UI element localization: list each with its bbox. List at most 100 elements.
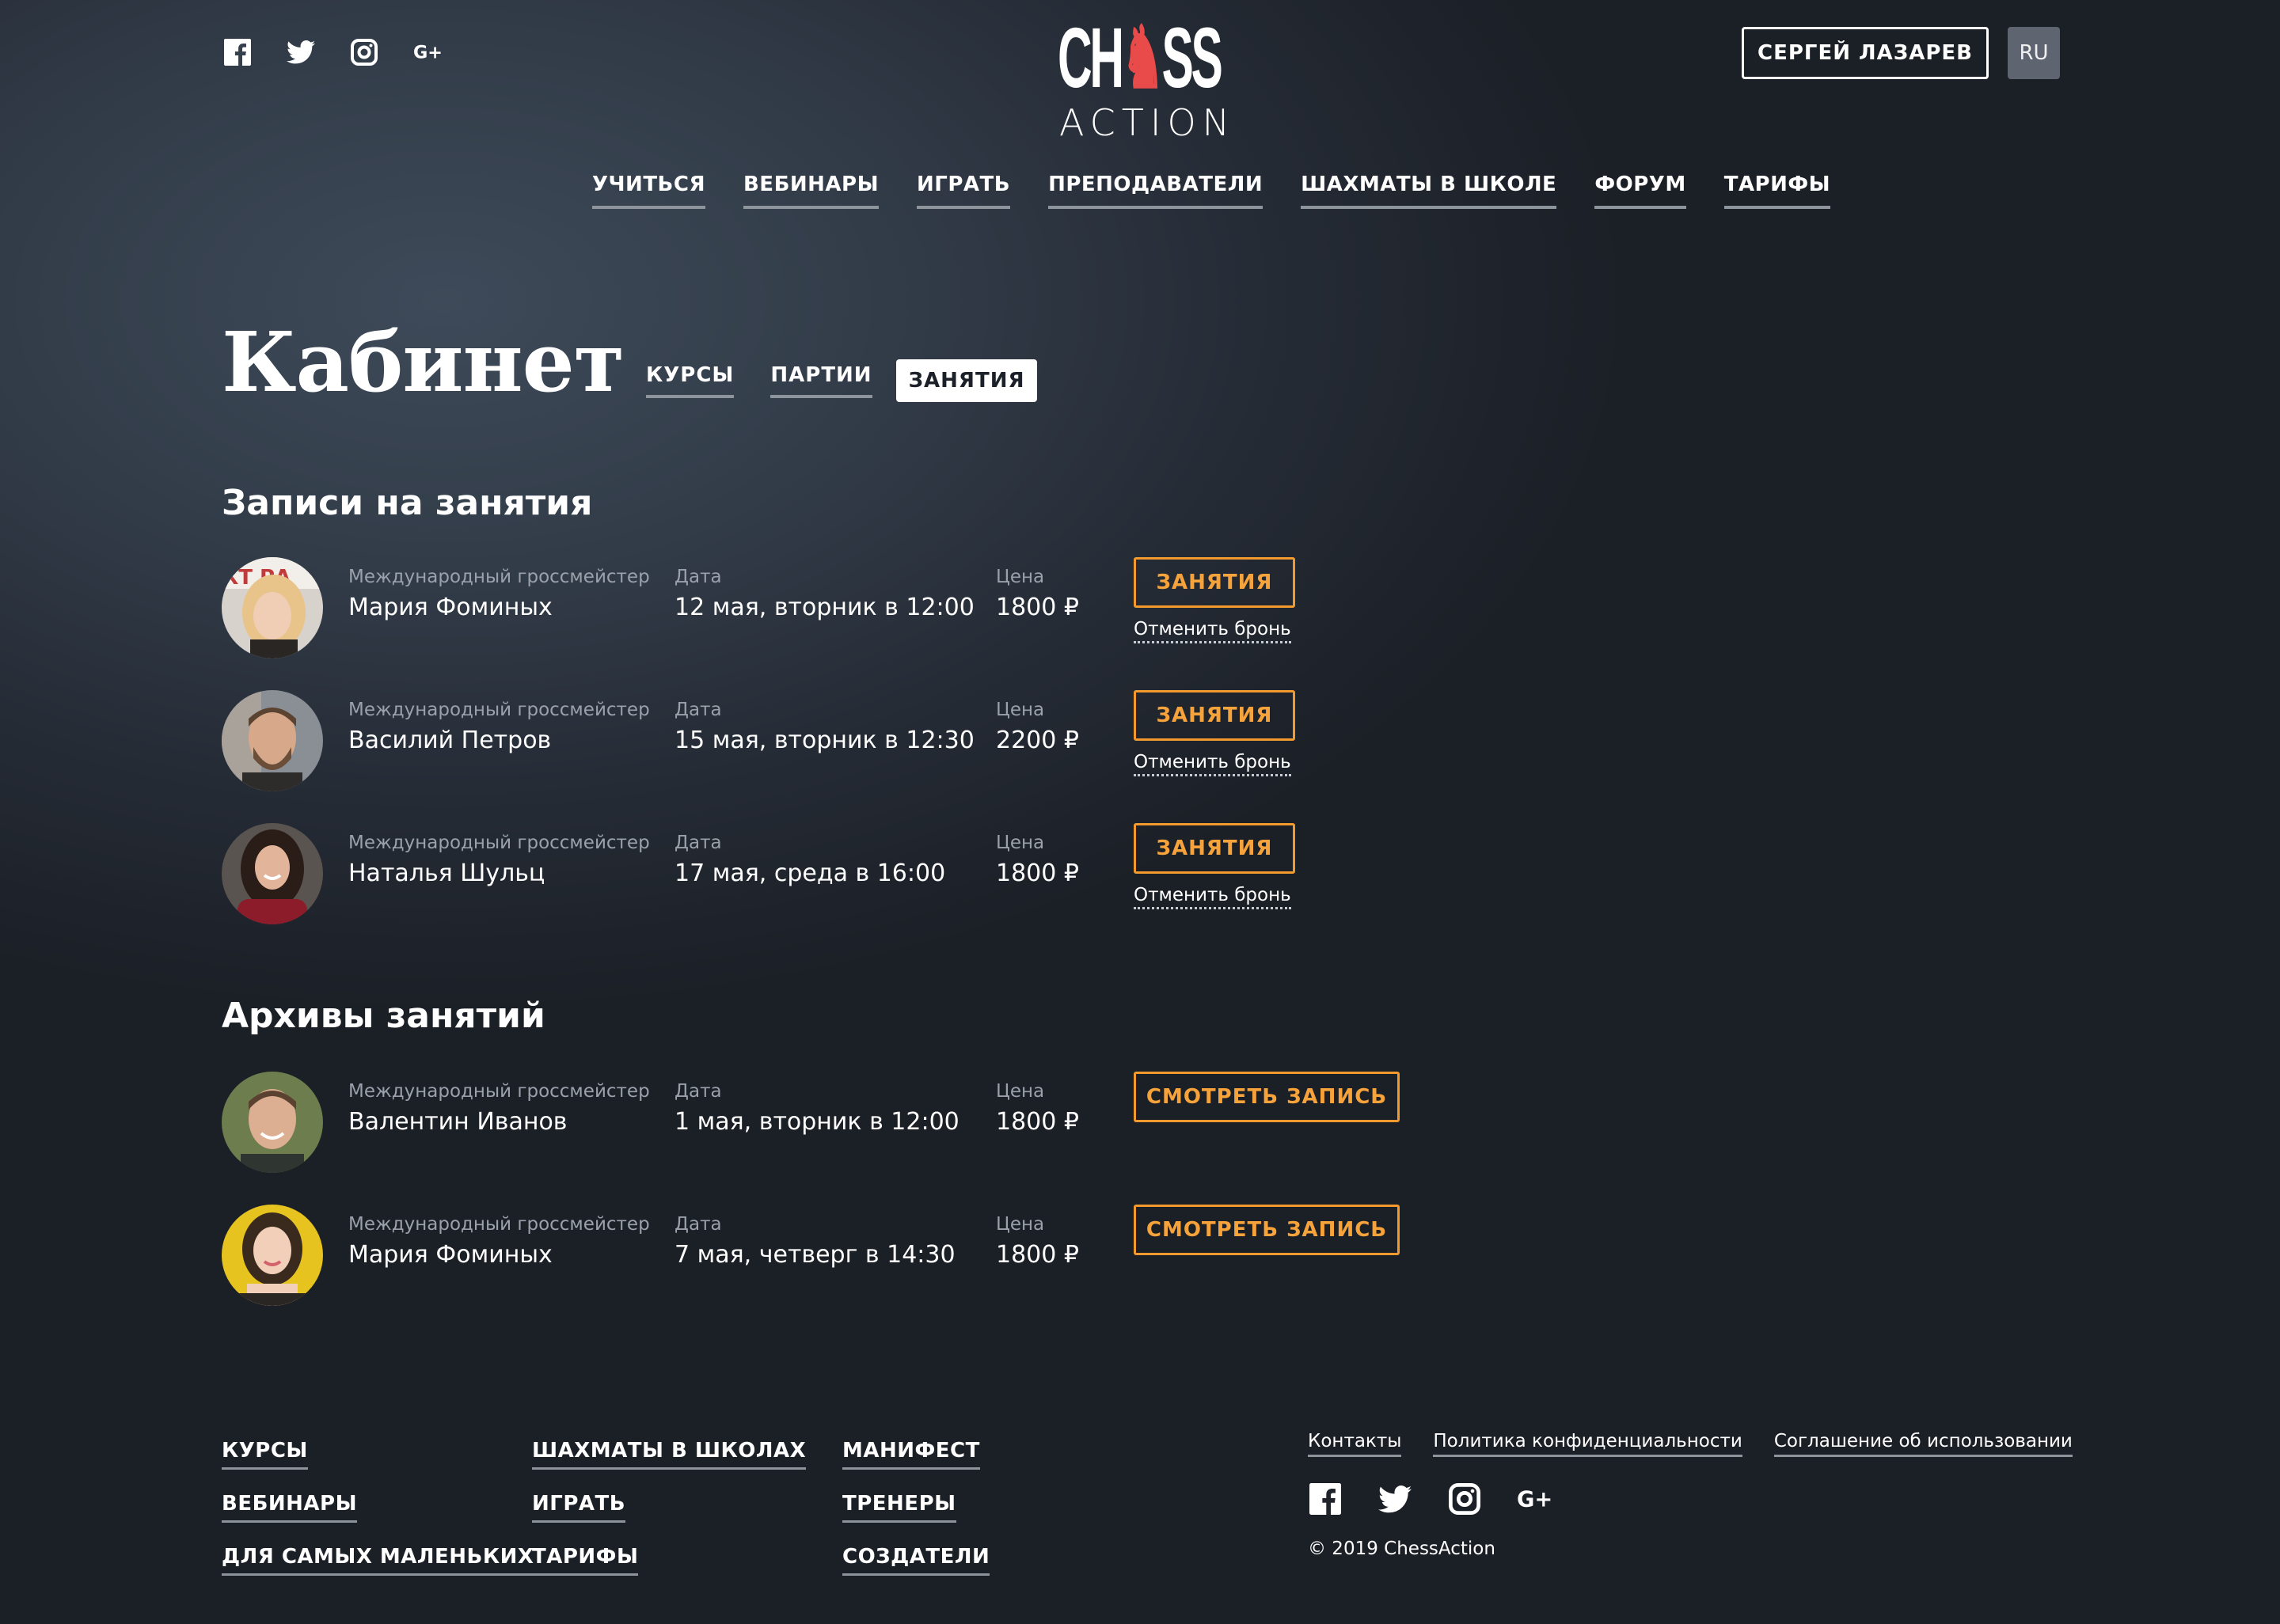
teacher-role: Международный гроссмейстер	[348, 1081, 650, 1102]
nav-item-learn[interactable]: УЧИТЬСЯ	[592, 173, 705, 209]
lesson-price: Цена 1800 ₽	[996, 1080, 1079, 1140]
teacher-info: Международный гроссмейстер Валентин Иван…	[348, 1080, 650, 1140]
logo-wordmark-top: CH♞SS	[1058, 9, 1223, 105]
header-social: G+	[223, 38, 442, 66]
archive-row: Международный гроссмейстер Мария Фоминых…	[222, 1205, 1488, 1307]
lesson-date: Дата 7 мая, четверг в 14:30	[674, 1212, 956, 1273]
tab-lessons[interactable]: ЗАНЯТИЯ	[895, 359, 1038, 402]
date-label: Дата	[674, 833, 722, 853]
page-title: Кабинет	[222, 313, 625, 411]
footer-link-kids[interactable]: ДЛЯ САМЫХ МАЛЕНЬКИХ	[222, 1545, 534, 1576]
logo[interactable]: CH♞SS ACTION	[1058, 9, 1229, 146]
price-label: Цена	[996, 700, 1045, 720]
main-nav: УЧИТЬСЯ ВЕБИНАРЫ ИГРАТЬ ПРЕПОДАВАТЕЛИ ША…	[592, 173, 1831, 209]
price-label: Цена	[996, 567, 1045, 587]
nav-item-forum[interactable]: ФОРУМ	[1594, 173, 1686, 209]
cabinet-tabs: КУРСЫ ПАРТИИ ЗАНЯТИЯ	[646, 359, 1038, 402]
nav-item-pricing[interactable]: ТАРИФЫ	[1723, 173, 1831, 209]
teacher-info: Международный гроссмейстер Мария Фоминых	[348, 565, 650, 625]
twitter-icon[interactable]	[1378, 1482, 1412, 1516]
watch-recording-button[interactable]: СМОТРЕТЬ ЗАПИСЬ	[1134, 1072, 1400, 1122]
teacher-role: Международный гроссмейстер	[348, 700, 650, 720]
nav-item-play[interactable]: ИГРАТЬ	[917, 173, 1011, 209]
lesson-date: Дата 17 мая, среда в 16:00	[674, 831, 945, 891]
date-value: 7 мая, четверг в 14:30	[674, 1241, 956, 1269]
footer-link-chess-in-schools[interactable]: ШАХМАТЫ В ШКОЛАХ	[532, 1439, 807, 1470]
date-label: Дата	[674, 700, 722, 720]
price-value: 1800 ₽	[996, 594, 1079, 621]
cancel-booking-link[interactable]: Отменить бронь	[1134, 885, 1291, 909]
nav-item-webinars[interactable]: ВЕБИНАРЫ	[743, 173, 880, 209]
date-value: 17 мая, среда в 16:00	[674, 859, 946, 887]
price-label: Цена	[996, 1214, 1045, 1235]
google-plus-icon[interactable]: G+	[413, 38, 442, 66]
nav-item-chess-in-school[interactable]: ШАХМАТЫ В ШКОЛЕ	[1301, 173, 1557, 209]
lesson-button[interactable]: ЗАНЯТИЯ	[1134, 823, 1295, 874]
user-account-button[interactable]: СЕРГЕЙ ЛАЗАРЕВ	[1742, 27, 1989, 79]
footer-column-3: МАНИФЕСТ ТРЕНЕРЫ СОЗДАТЕЛИ	[842, 1439, 990, 1576]
copyright: © 2019 ChessAction	[1308, 1539, 1495, 1559]
teacher-name: Василий Петров	[348, 727, 552, 754]
svg-text:G+: G+	[1517, 1487, 1552, 1512]
avatar: КТ РА	[222, 557, 323, 658]
instagram-icon[interactable]	[350, 38, 378, 66]
tab-games[interactable]: ПАРТИИ	[770, 363, 872, 398]
teacher-name: Наталья Шульц	[348, 859, 545, 887]
date-value: 12 мая, вторник в 12:00	[674, 594, 975, 621]
watch-recording-button[interactable]: СМОТРЕТЬ ЗАПИСЬ	[1134, 1205, 1400, 1255]
teacher-role: Международный гроссмейстер	[348, 833, 650, 853]
footer-link-terms[interactable]: Соглашение об использовании	[1773, 1431, 2073, 1457]
footer-link-creators[interactable]: СОЗДАТЕЛИ	[842, 1545, 990, 1576]
lesson-date: Дата 1 мая, вторник в 12:00	[674, 1080, 960, 1140]
tab-courses[interactable]: КУРСЫ	[646, 363, 735, 398]
price-label: Цена	[996, 1081, 1045, 1102]
teacher-role: Международный гроссмейстер	[348, 567, 650, 587]
booking-row: КТ РА Международный гроссмейстер Мария Ф…	[222, 557, 1488, 660]
footer-link-courses[interactable]: КУРСЫ	[222, 1439, 308, 1470]
lesson-price: Цена 1800 ₽	[996, 1212, 1079, 1273]
footer-link-webinars[interactable]: ВЕБИНАРЫ	[222, 1492, 358, 1523]
svg-text:G+: G+	[413, 43, 442, 63]
date-value: 15 мая, вторник в 12:30	[674, 727, 975, 754]
teacher-role: Международный гроссмейстер	[348, 1214, 650, 1235]
footer-link-contacts[interactable]: Контакты	[1308, 1431, 1402, 1457]
instagram-icon[interactable]	[1447, 1482, 1482, 1516]
footer-legal-links: Контакты Политика конфиденциальности Сог…	[1308, 1431, 2073, 1457]
footer-social: G+	[1308, 1482, 1552, 1516]
lesson-button[interactable]: ЗАНЯТИЯ	[1134, 690, 1295, 741]
lesson-price: Цена 2200 ₽	[996, 698, 1079, 758]
facebook-icon[interactable]	[1308, 1482, 1343, 1516]
page: G+ CH♞SS ACTION СЕРГЕЙ ЛАЗАРЕВ RU УЧИТЬС…	[0, 0, 2280, 1624]
price-value: 1800 ₽	[996, 859, 1079, 887]
footer-link-privacy[interactable]: Политика конфиденциальности	[1433, 1431, 1742, 1457]
footer-column-1: КУРСЫ ВЕБИНАРЫ ДЛЯ САМЫХ МАЛЕНЬКИХ	[222, 1439, 534, 1576]
cancel-booking-link[interactable]: Отменить бронь	[1134, 619, 1291, 643]
lesson-price: Цена 1800 ₽	[996, 831, 1079, 891]
archives-title: Архивы занятий	[222, 996, 545, 1036]
footer-link-manifesto[interactable]: МАНИФЕСТ	[842, 1439, 980, 1470]
bookings-title: Записи на занятия	[222, 483, 593, 523]
avatar	[222, 1205, 323, 1306]
avatar	[222, 823, 323, 924]
google-plus-icon[interactable]: G+	[1517, 1482, 1552, 1516]
teacher-name: Мария Фоминых	[348, 1241, 553, 1269]
facebook-icon[interactable]	[223, 38, 252, 66]
twitter-icon[interactable]	[287, 38, 315, 66]
nav-item-teachers[interactable]: ПРЕПОДАВАТЕЛИ	[1048, 173, 1264, 209]
teacher-name: Мария Фоминых	[348, 594, 553, 621]
cancel-booking-link[interactable]: Отменить бронь	[1134, 752, 1291, 776]
lesson-button[interactable]: ЗАНЯТИЯ	[1134, 557, 1295, 608]
lesson-date: Дата 12 мая, вторник в 12:00	[674, 565, 975, 625]
footer-link-coaches[interactable]: ТРЕНЕРЫ	[842, 1492, 956, 1523]
archive-row: Международный гроссмейстер Валентин Иван…	[222, 1072, 1488, 1174]
language-switcher[interactable]: RU	[2008, 27, 2060, 79]
date-label: Дата	[674, 1081, 722, 1102]
lesson-price: Цена 1800 ₽	[996, 565, 1079, 625]
price-value: 2200 ₽	[996, 727, 1079, 754]
logo-knight-icon: ♞	[1121, 9, 1165, 105]
teacher-info: Международный гроссмейстер Мария Фоминых	[348, 1212, 650, 1273]
booking-row: Международный гроссмейстер Василий Петро…	[222, 690, 1488, 793]
footer-link-play[interactable]: ИГРАТЬ	[532, 1492, 626, 1523]
footer-column-2: ШАХМАТЫ В ШКОЛАХ ИГРАТЬ ТАРИФЫ	[532, 1439, 807, 1576]
footer-link-pricing[interactable]: ТАРИФЫ	[532, 1545, 639, 1576]
